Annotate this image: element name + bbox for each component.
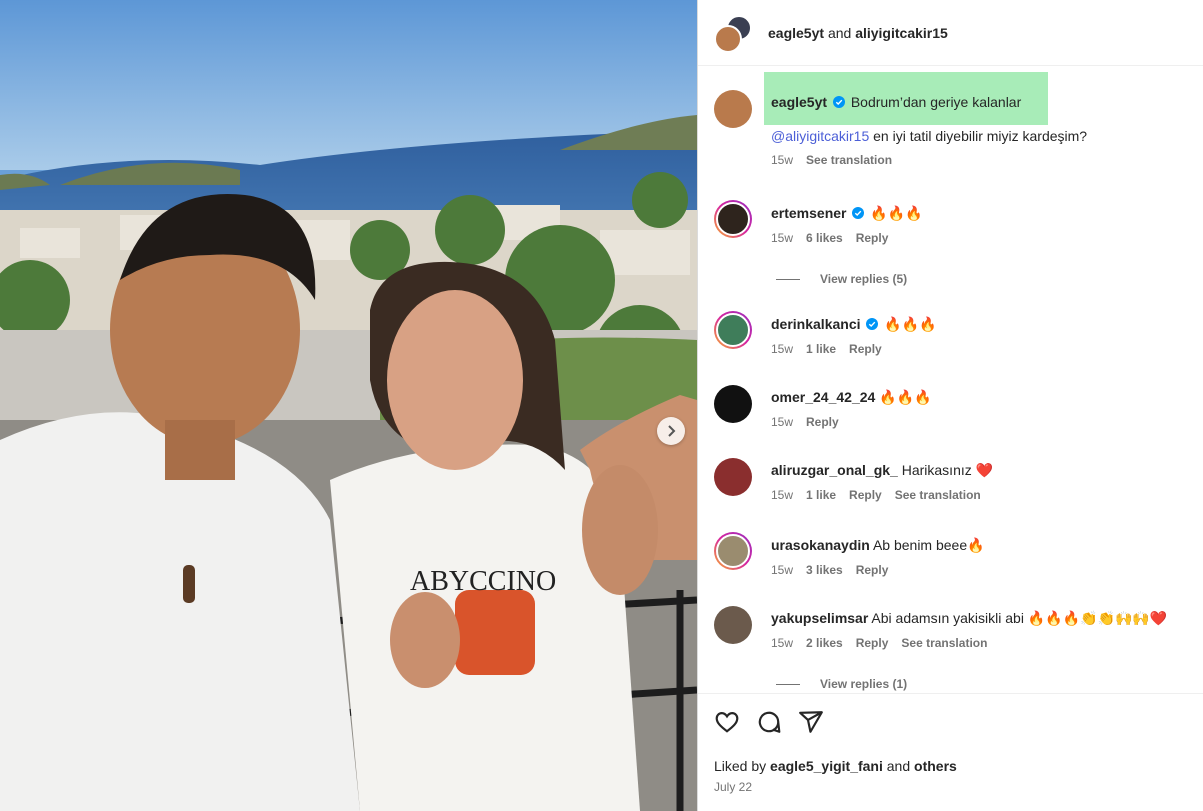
- comment-text: 🔥🔥🔥: [884, 316, 937, 332]
- post-image: ABYCCINO: [0, 0, 697, 811]
- avatar[interactable]: [714, 606, 752, 644]
- share-icon[interactable]: [798, 709, 824, 735]
- heart-icon[interactable]: [714, 709, 740, 735]
- comment-text: Ab benim beee🔥: [872, 537, 985, 553]
- avatar[interactable]: [714, 200, 752, 238]
- avatar[interactable]: [714, 458, 752, 496]
- see-translation-link[interactable]: See translation: [895, 488, 981, 502]
- reply-button[interactable]: Reply: [849, 488, 882, 502]
- avatar[interactable]: [714, 532, 752, 570]
- see-translation-link[interactable]: See translation: [901, 636, 987, 650]
- comment-icon[interactable]: [756, 709, 782, 735]
- liked-by-others[interactable]: others: [914, 758, 957, 774]
- post-authors: eagle5yt and aliyigitcakir15: [768, 25, 948, 41]
- likes-count[interactable]: 3 likes: [806, 563, 843, 577]
- reply-button[interactable]: Reply: [849, 342, 882, 356]
- liked-by-user[interactable]: eagle5_yigit_fani: [770, 758, 883, 774]
- post-header: eagle5yt and aliyigitcakir15: [698, 0, 1203, 66]
- comment-item: ertemsener 🔥🔥🔥 15w 6 likes Reply: [714, 200, 1193, 280]
- svg-text:ABYCCINO: ABYCCINO: [410, 566, 556, 597]
- likes-count[interactable]: 1 like: [806, 342, 836, 356]
- avatar[interactable]: [714, 385, 752, 423]
- next-photo-button[interactable]: [657, 417, 685, 445]
- timestamp: 15w: [771, 231, 794, 245]
- replies-divider: [776, 278, 800, 280]
- post-date[interactable]: July 22: [714, 780, 1187, 794]
- comment-text: Abi adamsın yakisikli abi 🔥🔥🔥👏👏🙌🙌❤️: [871, 610, 1168, 626]
- comment-username[interactable]: aliruzgar_onal_gk_: [771, 462, 898, 478]
- comment-text: Harikasınız ❤️: [901, 462, 994, 478]
- liked-by-prefix: Liked by: [714, 758, 767, 774]
- liked-by: Liked by eagle5_yigit_fani and others: [714, 758, 1187, 774]
- verified-icon: [866, 318, 879, 330]
- comment-username[interactable]: derinkalkanci: [771, 316, 861, 332]
- comment-username[interactable]: urasokanaydin: [771, 537, 870, 553]
- comment-text: 🔥🔥🔥: [879, 389, 932, 405]
- timestamp: 15w: [771, 488, 794, 502]
- likes-count[interactable]: 2 likes: [806, 636, 843, 650]
- avatar[interactable]: [714, 90, 752, 128]
- timestamp: 15w: [771, 153, 794, 167]
- comment-username[interactable]: yakupselimsar: [771, 610, 868, 626]
- caption-username[interactable]: eagle5yt: [771, 94, 827, 110]
- mention-link[interactable]: @aliyigitcakir15: [771, 128, 869, 144]
- comment-username[interactable]: ertemsener: [771, 205, 847, 221]
- author-link[interactable]: eagle5yt: [768, 25, 824, 41]
- author-link[interactable]: aliyigitcakir15: [855, 25, 948, 41]
- view-replies-label: View replies (5): [820, 272, 908, 286]
- post-caption: eagle5yt Bodrum’dan geriye kalanlar @ali…: [714, 90, 1193, 180]
- collab-avatars[interactable]: [714, 13, 754, 53]
- comment-text: 🔥🔥🔥: [870, 205, 923, 221]
- view-replies-button[interactable]: View replies (1): [776, 677, 907, 691]
- avatar[interactable]: [714, 311, 752, 349]
- post-actions: Liked by eagle5_yigit_fani and others Ju…: [698, 693, 1203, 794]
- caption-text: Bodrum’dan geriye kalanlar: [850, 94, 1022, 110]
- comments-list[interactable]: eagle5yt Bodrum’dan geriye kalanlar @ali…: [698, 66, 1203, 692]
- timestamp: 15w: [771, 415, 794, 429]
- reply-button[interactable]: Reply: [856, 636, 889, 650]
- action-icons: [714, 708, 1187, 736]
- comment-item: urasokanaydin Ab benim beee🔥 15w 3 likes…: [714, 532, 1193, 592]
- comment-username[interactable]: omer_24_42_24: [771, 389, 875, 405]
- avatar[interactable]: [714, 24, 742, 53]
- view-replies-button[interactable]: View replies (5): [776, 272, 907, 286]
- caption-text-2: en iyi tatil diyebilir miyiz kardeşim?: [873, 128, 1088, 144]
- chevron-right-icon: [668, 425, 676, 437]
- comment-item: yakupselimsar Abi adamsın yakisikli abi …: [714, 606, 1193, 666]
- see-translation-link[interactable]: See translation: [806, 153, 892, 167]
- comment-item: aliruzgar_onal_gk_ Harikasınız ❤️ 15w 1 …: [714, 458, 1193, 518]
- comment-item: omer_24_42_24 🔥🔥🔥 15w Reply: [714, 385, 1193, 445]
- view-replies-label: View replies (1): [820, 677, 908, 691]
- reply-button[interactable]: Reply: [856, 563, 889, 577]
- timestamp: 15w: [771, 563, 794, 577]
- likes-count[interactable]: 1 like: [806, 488, 836, 502]
- reply-button[interactable]: Reply: [856, 231, 889, 245]
- timestamp: 15w: [771, 636, 794, 650]
- verified-icon: [832, 96, 845, 108]
- post-photo[interactable]: ABYCCINO: [0, 0, 697, 811]
- reply-button[interactable]: Reply: [806, 415, 839, 429]
- replies-divider: [776, 683, 800, 685]
- liked-by-and: and: [886, 758, 911, 774]
- verified-icon: [852, 207, 865, 219]
- authors-connector: and: [827, 24, 852, 41]
- post-sidebar: eagle5yt and aliyigitcakir15 eagle5yt Bo…: [697, 0, 1203, 811]
- comment-item: derinkalkanci 🔥🔥🔥 15w 1 like Reply: [714, 311, 1193, 371]
- likes-count[interactable]: 6 likes: [806, 231, 843, 245]
- timestamp: 15w: [771, 342, 794, 356]
